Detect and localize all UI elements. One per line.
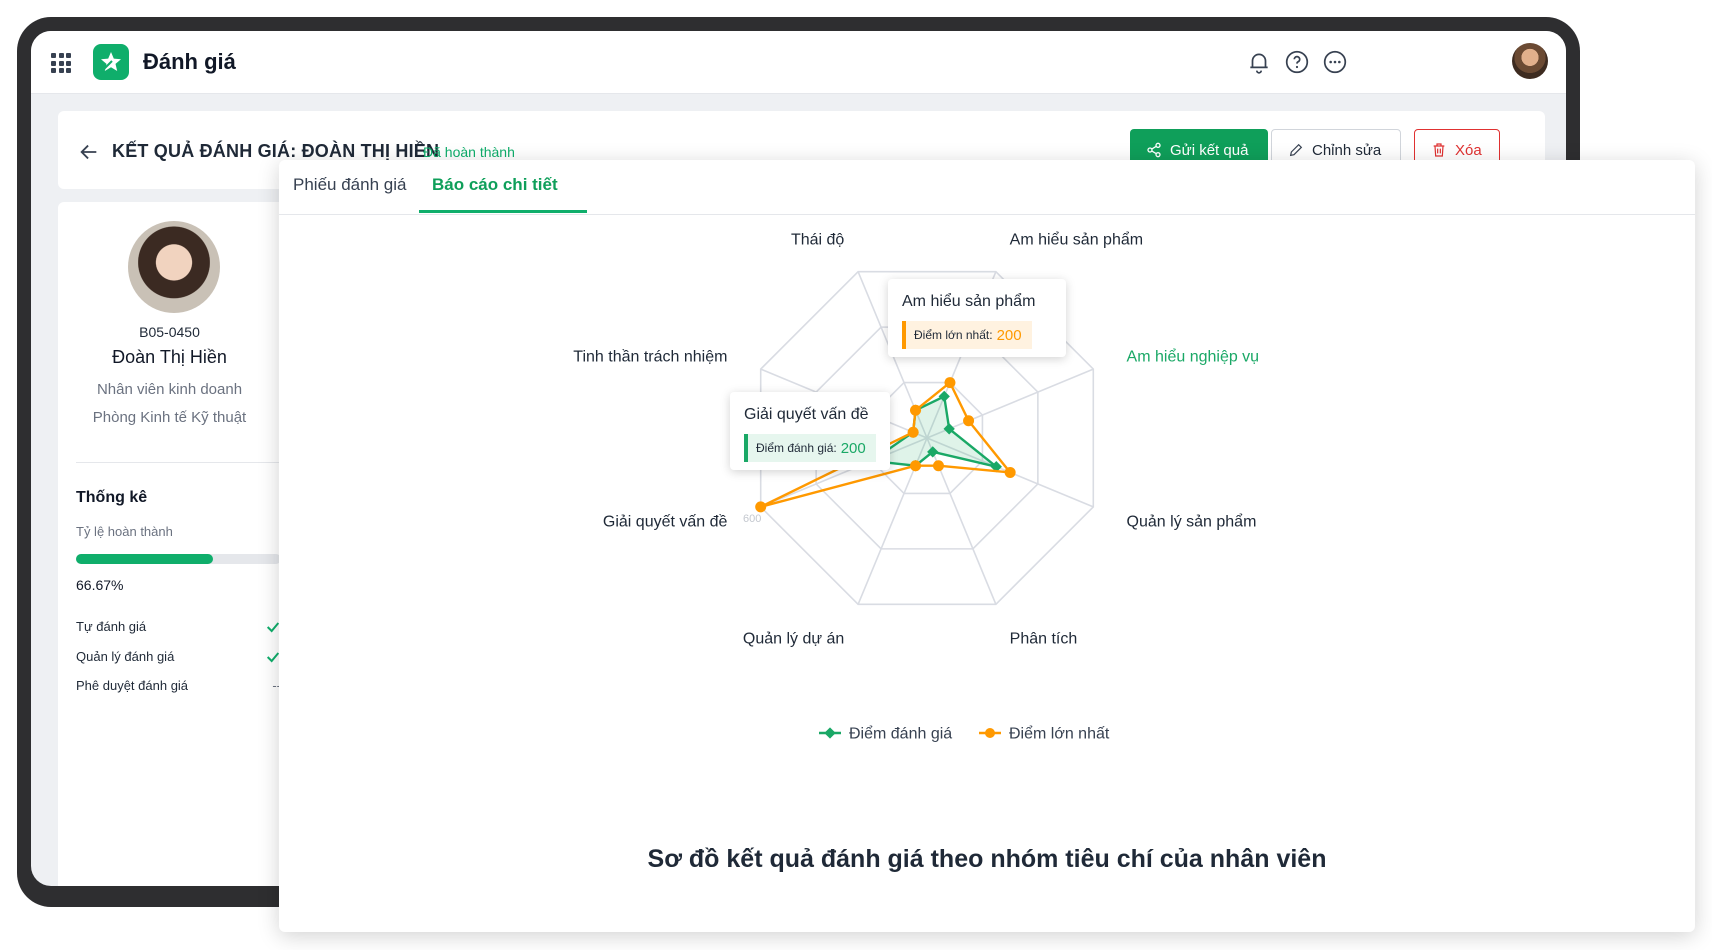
delete-label: Xóa xyxy=(1455,141,1482,159)
tooltip-product-knowledge: Am hiểu sản phẩm Điểm lớn nhất: 200 xyxy=(888,279,1066,357)
completion-progress-fill xyxy=(76,554,213,564)
edit-label: Chỉnh sửa xyxy=(1312,141,1382,159)
radar-axis-max-label: 600 xyxy=(743,513,761,525)
radar-data-point xyxy=(1004,466,1016,478)
employee-role: Nhân viên kinh doanh xyxy=(96,381,243,398)
radar-category-label: Phân tích xyxy=(1010,631,1078,648)
help-icon[interactable] xyxy=(1284,49,1310,75)
step-approval: Phê duyệt đánh giá -- xyxy=(76,678,281,693)
divider xyxy=(76,462,298,463)
completion-progress-bar xyxy=(76,554,281,564)
employee-code: B05-0450 xyxy=(139,324,200,340)
page-title: KẾT QUẢ ĐÁNH GIÁ: ĐOÀN THỊ HIỀN xyxy=(112,141,440,161)
employee-name: Đoàn Thị Hiền xyxy=(112,347,227,367)
radar-data-point xyxy=(910,404,922,416)
step-label: Phê duyệt đánh giá xyxy=(76,678,189,693)
status-badge: Đã hoàn thành xyxy=(423,144,515,160)
radar-category-label: Giải quyết vấn đề xyxy=(603,514,728,531)
profile-card: B05-0450 Đoàn Thị Hiền Nhân viên kinh do… xyxy=(58,202,298,886)
legend-swatch-marker xyxy=(985,728,995,738)
radar-data-point xyxy=(755,501,767,513)
pencil-icon xyxy=(1289,143,1303,157)
trash-icon xyxy=(1433,143,1445,157)
legend-entry: Điểm lớn nhất xyxy=(1009,725,1110,743)
step-label: Quản lý đánh giá xyxy=(76,649,175,664)
tooltip-label: Điểm đánh giá: xyxy=(756,441,837,455)
radar-category-label: Am hiểu nghiệp vụ xyxy=(1127,347,1260,365)
tooltip-problem-solving: Giải quyết vấn đề Điểm đánh giá: 200 xyxy=(730,392,890,470)
radar-data-point xyxy=(910,460,922,472)
radar-data-point xyxy=(932,460,944,472)
report-card: Phiếu đánh giá Báo cáo chi tiết 600 Thái … xyxy=(279,160,1695,932)
tooltip-value-row: Điểm lớn nhất: 200 xyxy=(902,321,1032,349)
tooltip-title: Am hiểu sản phẩm xyxy=(902,293,1036,310)
tooltip-title: Giải quyết vấn đề xyxy=(744,406,869,423)
tooltip-value-row: Điểm đánh giá: 200 xyxy=(744,434,876,462)
radar-category-label: Am hiểu sản phẩm xyxy=(1010,230,1143,248)
user-avatar[interactable] xyxy=(1512,43,1548,79)
tooltip-value: 200 xyxy=(996,326,1022,344)
completion-label: Tỷ lệ hoàn thành xyxy=(76,524,173,539)
radar-category-label: Quản lý sản phẩm xyxy=(1127,513,1257,531)
radar-data-point xyxy=(944,377,956,389)
legend-swatch-marker xyxy=(824,727,836,739)
more-icon[interactable] xyxy=(1322,49,1348,75)
chart-caption: Sơ đồ kết quả đánh giá theo nhóm tiêu ch… xyxy=(647,845,1327,873)
step-label: Tự đánh giá xyxy=(76,619,147,634)
radar-data-point xyxy=(907,426,919,438)
radar-chart: 600 Thái độ Am hiểu sản phẩm Am hiểu nghiệp… xyxy=(573,230,1260,743)
back-arrow-icon[interactable] xyxy=(78,141,100,163)
legend-entry: Điểm đánh giá xyxy=(849,725,952,743)
send-result-label: Gửi kết quả xyxy=(1170,141,1249,159)
app-logo-icon xyxy=(93,44,129,80)
apps-grid-icon[interactable] xyxy=(51,53,71,73)
completion-value: 66.67% xyxy=(76,577,124,593)
radar-category-label: Thái độ xyxy=(791,231,844,248)
employee-photo xyxy=(128,221,220,313)
tooltip-value: 200 xyxy=(840,439,866,457)
step-self-review: Tự đánh giá xyxy=(76,619,281,635)
top-bar: Đánh giá xyxy=(31,31,1566,94)
bell-icon[interactable] xyxy=(1246,49,1272,75)
share-icon xyxy=(1147,142,1161,158)
radar-category-label: Quản lý dự án xyxy=(743,631,844,648)
step-manager-review: Quản lý đánh giá xyxy=(76,649,281,665)
tooltip-label: Điểm lớn nhất: xyxy=(914,328,993,342)
app-title: Đánh giá xyxy=(143,49,236,74)
radar-category-label: Tinh thần trách nhiệm xyxy=(573,348,727,365)
employee-department: Phòng Kinh tế Kỹ thuật xyxy=(92,409,247,426)
radar-data-point xyxy=(963,415,975,427)
stats-title: Thống kê xyxy=(76,489,148,506)
